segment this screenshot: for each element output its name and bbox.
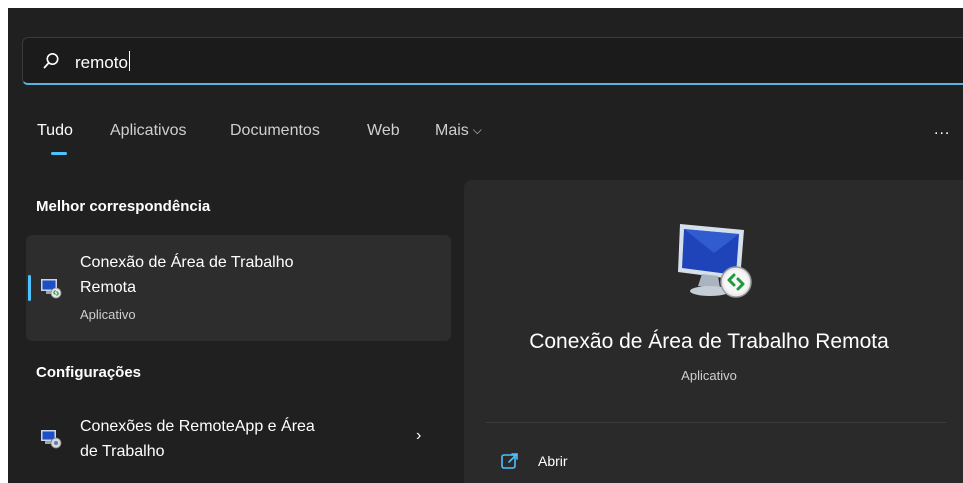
best-match-result[interactable]: Conexão de Área de Trabalho Remota Aplic… bbox=[26, 235, 451, 341]
best-match-heading: Melhor correspondência bbox=[36, 198, 211, 215]
chevron-right-icon: › bbox=[416, 427, 422, 444]
search-input-value: remoto bbox=[75, 53, 128, 72]
start-search-panel: remoto Tudo Aplicativos Documentos Web M… bbox=[8, 8, 963, 483]
open-action-label: Abrir bbox=[538, 453, 568, 469]
tab-apps[interactable]: Aplicativos bbox=[110, 122, 186, 140]
more-options-button[interactable]: ... bbox=[934, 121, 950, 139]
result-preview-pane: Conexão de Área de Trabalho Remota Aplic… bbox=[464, 180, 963, 483]
settings-result-remoteapp[interactable]: Conexões de RemoteApp e Área de Trabalho… bbox=[26, 409, 451, 469]
settings-item-title-line1: Conexões de RemoteApp e Área bbox=[80, 418, 315, 435]
search-icon bbox=[43, 53, 59, 69]
settings-item-title-line2: de Trabalho bbox=[80, 443, 165, 460]
tab-all[interactable]: Tudo bbox=[37, 122, 73, 140]
selection-indicator bbox=[28, 275, 31, 301]
settings-heading: Configurações bbox=[36, 364, 142, 381]
search-box[interactable]: remoto bbox=[22, 37, 963, 85]
text-caret bbox=[128, 51, 130, 71]
preview-subtitle: Aplicativo bbox=[681, 368, 737, 383]
chevron-down-icon: ⌵ bbox=[472, 123, 482, 137]
preview-divider bbox=[486, 422, 946, 423]
best-match-subtitle: Aplicativo bbox=[80, 307, 136, 322]
best-match-title-line2: Remota bbox=[80, 279, 137, 296]
tab-more-label: Mais bbox=[435, 122, 469, 139]
remoteapp-connections-icon bbox=[41, 430, 62, 449]
active-tab-indicator bbox=[51, 152, 67, 155]
open-external-icon bbox=[501, 453, 518, 469]
best-match-title-line1: Conexão de Área de Trabalho bbox=[80, 254, 294, 271]
tab-more[interactable]: Mais ⌵ bbox=[435, 122, 482, 140]
tab-web[interactable]: Web bbox=[367, 122, 400, 140]
remote-desktop-icon bbox=[41, 279, 62, 299]
tab-documents[interactable]: Documentos bbox=[230, 122, 320, 140]
search-input[interactable]: remoto bbox=[75, 51, 130, 73]
preview-title: Conexão de Área de Trabalho Remota bbox=[529, 330, 889, 353]
remote-desktop-large-icon bbox=[678, 224, 752, 298]
